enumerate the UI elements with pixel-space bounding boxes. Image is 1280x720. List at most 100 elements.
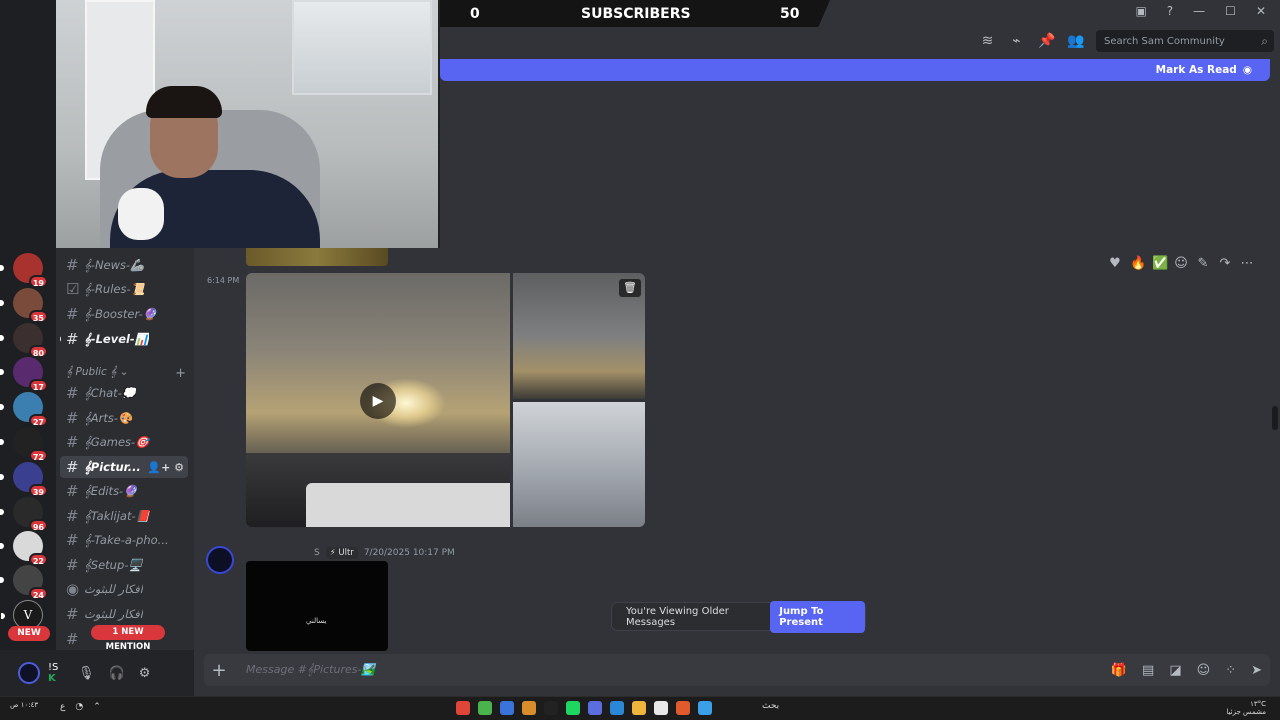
language-icon[interactable]: ع xyxy=(60,702,65,712)
taskbar-app-icon[interactable] xyxy=(610,701,624,715)
channel-item[interactable]: # xyxy=(60,628,188,650)
unread-indicator xyxy=(0,577,4,583)
unread-indicator xyxy=(0,265,4,271)
channel-item-selected[interactable]: # 𝄞Pictur... 👤+ ⚙ xyxy=(60,456,188,478)
channel-item[interactable]: ☑ 𝄞-Rules-📜 xyxy=(60,278,188,300)
notification-bell-muted-icon[interactable]: ⌁ xyxy=(1009,33,1024,49)
previous-image-attachment[interactable] xyxy=(246,248,388,266)
taskbar-app-icon[interactable] xyxy=(676,701,690,715)
volume-icon[interactable]: ◔ xyxy=(75,702,83,712)
channel-item[interactable]: # 𝄞-Take-a-pho... xyxy=(60,529,188,551)
older-messages-bar: You're Viewing Older Messages Jump To Pr… xyxy=(611,600,866,633)
play-icon[interactable]: ▶ xyxy=(360,383,396,419)
taskbar-app-icon[interactable] xyxy=(632,701,646,715)
taskbar-app-icon[interactable] xyxy=(698,701,712,715)
screen-share-icon[interactable]: ▣ xyxy=(1135,4,1146,18)
channel-item[interactable]: # 𝄞Arts-🎨 xyxy=(60,407,188,429)
channel-item[interactable]: # 𝄞-Level-📊 xyxy=(60,328,188,350)
new-messages-banner[interactable]: Mark As Read ◉ xyxy=(440,59,1270,81)
taskbar-app-icon[interactable] xyxy=(478,701,492,715)
category-public[interactable]: 𝄞 Public 𝄞 ⌄ + xyxy=(66,366,186,381)
server-icon[interactable]: 72 xyxy=(0,427,48,462)
gift-icon[interactable]: 🎁 xyxy=(1111,663,1127,678)
user-name: !S K xyxy=(48,662,59,684)
taskbar-app-icon[interactable] xyxy=(566,701,580,715)
server-icon[interactable]: 24 xyxy=(0,565,48,600)
channel-item[interactable]: ◉ افكار للبثوث xyxy=(60,578,188,600)
new-servers-pill[interactable]: NEW xyxy=(8,626,50,641)
close-button[interactable]: ✕ xyxy=(1256,4,1266,18)
pin-icon[interactable]: 📌 xyxy=(1038,33,1055,49)
emoji-icon[interactable]: ☺ xyxy=(1197,663,1211,678)
channel-item[interactable]: # 𝄞Games-🎯 xyxy=(60,431,188,453)
channel-item[interactable]: # 𝄞Chat-💭 xyxy=(60,382,188,404)
taskbar-clock[interactable]: ١٠:٤٣ ص xyxy=(10,701,40,709)
sticker-icon[interactable]: ◪ xyxy=(1169,663,1181,678)
member-list-icon[interactable]: 👥 xyxy=(1067,33,1084,49)
minimize-button[interactable]: — xyxy=(1193,4,1205,18)
scrollbar-thumb[interactable] xyxy=(1272,406,1278,430)
help-icon[interactable]: ? xyxy=(1167,4,1173,18)
weather-widget[interactable]: ١٣°C مشمس جزئيا xyxy=(1226,700,1266,716)
channel-item[interactable]: # 𝄞-News-🦾 xyxy=(60,254,188,276)
author-name[interactable]: S xyxy=(314,548,320,558)
more-options-icon[interactable]: ⋯ xyxy=(1240,256,1254,271)
channel-item[interactable]: # 𝄞Taklijat-📕 xyxy=(60,505,188,527)
fire-reaction-icon[interactable]: 🔥 xyxy=(1130,256,1146,271)
gif-icon[interactable]: ▤ xyxy=(1142,663,1154,678)
invite-and-settings-icon[interactable]: 👤+ ⚙ xyxy=(147,461,188,474)
taskbar-app-icon[interactable] xyxy=(544,701,558,715)
microphone-icon[interactable]: 🎙 xyxy=(78,666,95,681)
unread-indicator xyxy=(60,335,61,343)
channel-hash-icon: # xyxy=(66,507,79,525)
message-input[interactable]: Message #𝄞Pictures-🏞️ xyxy=(246,663,375,677)
server-icon[interactable]: 80 xyxy=(0,323,48,358)
apps-icon[interactable]: ⁘ xyxy=(1225,663,1236,678)
taskbar-app-icon[interactable] xyxy=(456,701,470,715)
add-attachment-icon[interactable]: + xyxy=(204,660,234,681)
server-icon[interactable]: 27 xyxy=(0,392,48,427)
taskbar-app-icon[interactable] xyxy=(654,701,668,715)
headphones-icon[interactable]: 🎧 xyxy=(109,666,125,681)
channel-item[interactable]: # افكار للبثوث xyxy=(60,603,188,625)
channel-item[interactable]: # 𝄞Edits-🔮 xyxy=(60,480,188,502)
check-reaction-icon[interactable]: ✅ xyxy=(1152,256,1168,271)
image-attachment-dark[interactable]: يسالني xyxy=(246,561,388,651)
server-icon[interactable]: 39 xyxy=(0,462,48,497)
chevron-up-icon[interactable]: ⌃ xyxy=(93,702,101,712)
message-composer[interactable]: + Message #𝄞Pictures-🏞️ 🎁 ▤ ◪ ☺ ⁘ ➤ xyxy=(204,654,1270,686)
add-reaction-icon[interactable]: ☺ xyxy=(1174,256,1188,271)
maximize-button[interactable]: ☐ xyxy=(1225,4,1236,18)
message-avatar[interactable] xyxy=(206,546,234,574)
mark-read-icon: ◉ xyxy=(1242,64,1252,76)
server-icon[interactable]: 35 xyxy=(0,288,48,323)
unread-indicator xyxy=(0,300,4,306)
video-attachment[interactable]: ▶ xyxy=(246,273,510,527)
forward-icon[interactable]: ↷ xyxy=(1218,256,1232,271)
channel-item[interactable]: # 𝄞Setup-🖥️ xyxy=(60,554,188,576)
taskbar-search[interactable]: بحث xyxy=(762,701,779,711)
threads-icon[interactable]: ≋ xyxy=(980,33,995,49)
jump-to-present-button[interactable]: Jump To Present xyxy=(770,600,865,633)
server-icon[interactable]: 19 xyxy=(0,253,48,288)
channel-label: 𝄞Edits-🔮 xyxy=(84,483,138,498)
taskbar-app-icon[interactable] xyxy=(522,701,536,715)
heart-reaction-icon[interactable]: ♥ xyxy=(1108,256,1122,271)
search-input[interactable]: Search Sam Community ⌕ xyxy=(1096,30,1274,52)
channel-hash-icon: # xyxy=(66,256,79,274)
trash-icon[interactable]: 🗑 xyxy=(619,279,641,297)
user-avatar[interactable] xyxy=(18,662,40,684)
channel-hash-icon: # xyxy=(66,433,79,451)
image-attachment-window[interactable] xyxy=(513,402,645,527)
channel-item[interactable]: # 𝄞-Booster-🔮 xyxy=(60,303,188,325)
add-channel-icon[interactable]: + xyxy=(175,366,186,381)
taskbar-app-icon[interactable] xyxy=(500,701,514,715)
edit-icon[interactable]: ✎ xyxy=(1196,256,1210,271)
send-icon[interactable]: ➤ xyxy=(1251,663,1262,678)
server-icon[interactable]: 22 xyxy=(0,531,48,566)
settings-gear-icon[interactable]: ⚙ xyxy=(139,666,151,681)
mark-as-read-button[interactable]: Mark As Read xyxy=(1156,64,1237,76)
server-icon[interactable]: 96 xyxy=(0,497,48,532)
server-icon[interactable]: 17 xyxy=(0,357,48,392)
taskbar-app-icon[interactable] xyxy=(588,701,602,715)
